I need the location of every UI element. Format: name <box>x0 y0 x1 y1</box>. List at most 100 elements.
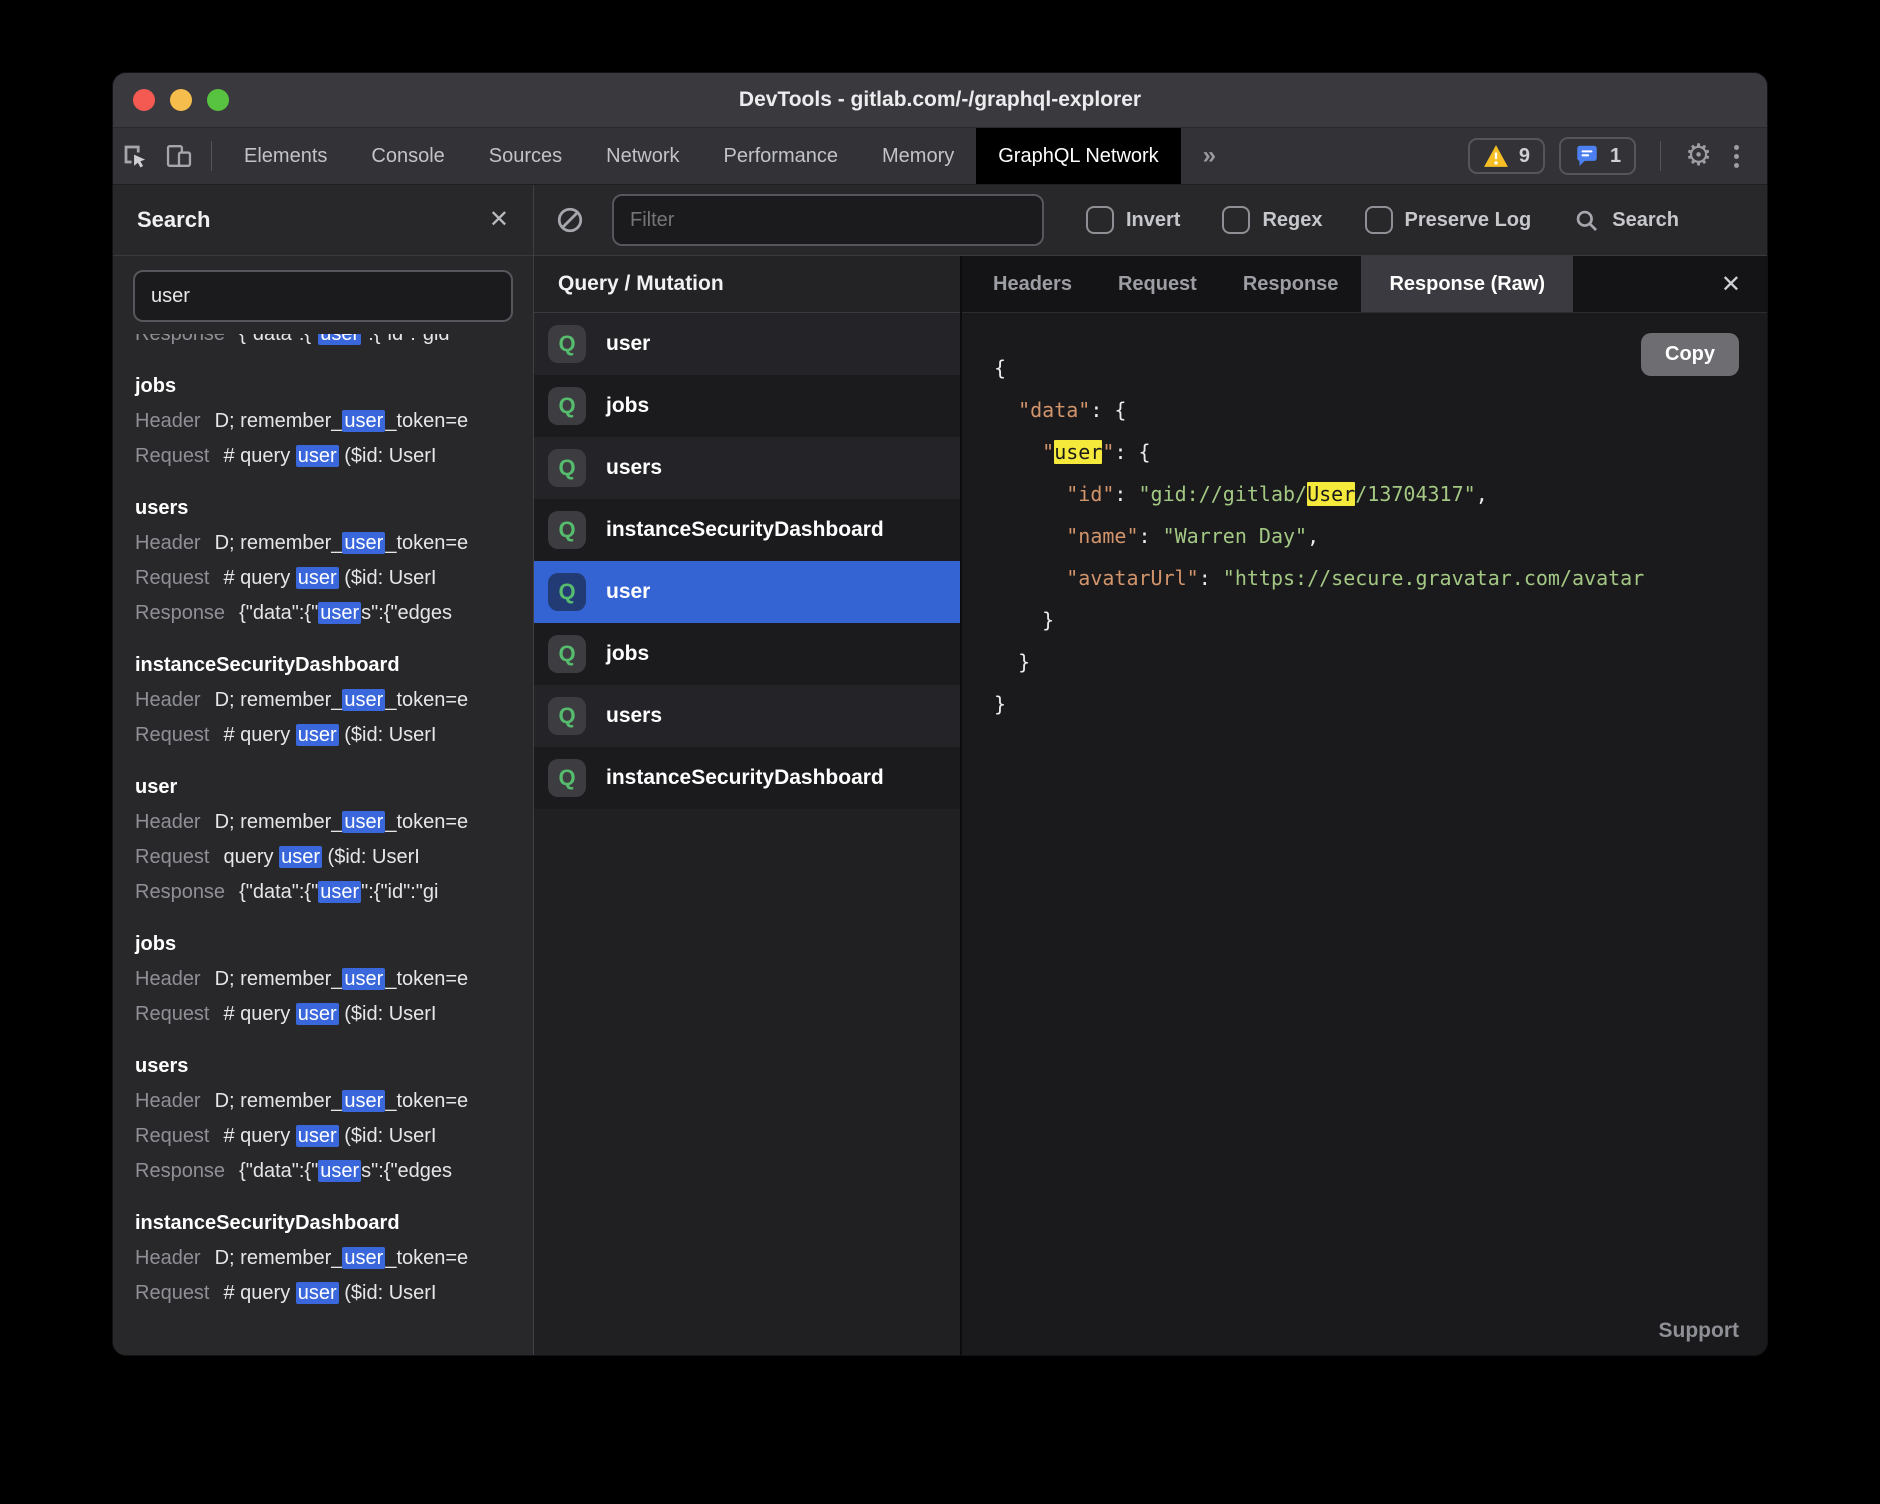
search-result-line[interactable]: HeaderD; remember_user_token=e <box>135 962 511 997</box>
search-result-line[interactable]: Request# query user ($id: UserI <box>135 1119 511 1154</box>
regex-checkbox[interactable]: Regex <box>1222 206 1322 234</box>
search-result-line[interactable]: Requestquery user ($id: UserI <box>135 840 511 875</box>
invert-checkbox[interactable]: Invert <box>1086 206 1180 234</box>
settings-button[interactable]: ⚙ <box>1685 141 1712 171</box>
minimize-window-button[interactable] <box>170 89 192 111</box>
badges-divider <box>1660 141 1661 171</box>
search-result-line[interactable]: Request# query user ($id: UserI <box>135 997 511 1032</box>
kebab-icon <box>1734 154 1739 159</box>
toolbar-right-cluster: 9 1 ⚙ <box>1468 137 1767 175</box>
preserve-log-label: Preserve Log <box>1405 209 1532 232</box>
title-bar: DevTools - gitlab.com/-/graphql-explorer <box>113 73 1767 128</box>
checkbox-icon <box>1365 206 1393 234</box>
toolbar-tab-network[interactable]: Network <box>584 128 701 184</box>
main-menu-button[interactable] <box>1726 145 1747 168</box>
search-result-line[interactable]: HeaderD; remember_user_token=e <box>135 805 511 840</box>
zoom-window-button[interactable] <box>207 89 229 111</box>
warning-count: 9 <box>1519 145 1530 168</box>
devtools-toolbar: ElementsConsoleSourcesNetworkPerformance… <box>113 128 1767 185</box>
query-panel: Query / Mutation QuserQjobsQusersQinstan… <box>534 256 962 1355</box>
kebab-icon <box>1734 163 1739 168</box>
preserve-log-checkbox[interactable]: Preserve Log <box>1365 206 1532 234</box>
device-toolbar-icon <box>164 141 194 171</box>
query-row-label: users <box>606 456 662 480</box>
search-result-line[interactable]: HeaderD; remember_user_token=e <box>135 404 511 439</box>
search-toggle-button[interactable]: Search <box>1573 207 1679 234</box>
toolbar-tab-performance[interactable]: Performance <box>702 128 861 184</box>
regex-label: Regex <box>1262 209 1322 232</box>
search-result-line[interactable]: Response{"data":{"user":{"id":"gid <box>135 334 511 352</box>
filter-input[interactable] <box>612 194 1044 246</box>
search-input[interactable] <box>133 270 513 322</box>
query-row-label: instanceSecurityDashboard <box>606 518 884 542</box>
search-result-line[interactable]: Request# query user ($id: UserI <box>135 561 511 596</box>
query-row-instancesecuritydashboard[interactable]: QinstanceSecurityDashboard <box>534 747 960 809</box>
search-result-group-name: jobs <box>135 926 511 962</box>
toolbar-tab-sources[interactable]: Sources <box>467 128 584 184</box>
json-line: "avatarUrl": "https://secure.gravatar.co… <box>994 557 1767 599</box>
response-tabs: HeadersRequestResponseResponse (Raw) <box>970 256 1573 312</box>
kebab-icon <box>1734 145 1739 150</box>
search-result-line[interactable]: HeaderD; remember_user_token=e <box>135 683 511 718</box>
search-result-line[interactable]: Response{"data":{"users":{"edges <box>135 1154 511 1189</box>
search-result-line[interactable]: Response{"data":{"user":{"id":"gi <box>135 875 511 910</box>
search-result-line[interactable]: HeaderD; remember_user_token=e <box>135 1084 511 1119</box>
response-tab-response-raw-[interactable]: Response (Raw) <box>1361 256 1573 312</box>
response-tab-response[interactable]: Response <box>1220 256 1362 312</box>
response-tab-headers[interactable]: Headers <box>970 256 1095 312</box>
toolbar-tab-graphql-network[interactable]: GraphQL Network <box>976 128 1180 184</box>
search-close-button[interactable]: ✕ <box>489 208 509 232</box>
search-result-group-name: user <box>135 769 511 805</box>
support-link[interactable]: Support <box>1659 1319 1739 1343</box>
close-icon: ✕ <box>1721 271 1741 298</box>
query-row-label: users <box>606 704 662 728</box>
search-result-group-name: users <box>135 490 511 526</box>
search-result-line[interactable]: Request# query user ($id: UserI <box>135 439 511 474</box>
traffic-lights <box>133 73 229 127</box>
search-result-line[interactable]: Request# query user ($id: UserI <box>135 718 511 753</box>
json-line: "user": { <box>994 431 1767 473</box>
panel-close-button[interactable]: ✕ <box>1721 270 1741 299</box>
search-result-line[interactable]: Request# query user ($id: UserI <box>135 1276 511 1311</box>
query-row-user[interactable]: Quser <box>534 313 960 375</box>
query-row-user[interactable]: Quser <box>534 561 960 623</box>
checkbox-icon <box>1222 206 1250 234</box>
toolbar-tabs: ElementsConsoleSourcesNetworkPerformance… <box>222 128 1181 184</box>
query-list: QuserQjobsQusersQinstanceSecurityDashboa… <box>534 313 960 1355</box>
toolbar-tab-memory[interactable]: Memory <box>860 128 976 184</box>
search-result-line[interactable]: HeaderD; remember_user_token=e <box>135 526 511 561</box>
query-row-label: jobs <box>606 394 649 418</box>
device-toolbar-button[interactable] <box>157 128 201 184</box>
close-window-button[interactable] <box>133 89 155 111</box>
query-type-icon: Q <box>548 697 586 735</box>
query-type-icon: Q <box>548 449 586 487</box>
search-result-group-name: jobs <box>135 368 511 404</box>
query-row-users[interactable]: Qusers <box>534 685 960 747</box>
chat-bubble-icon <box>1574 143 1600 169</box>
query-row-users[interactable]: Qusers <box>534 437 960 499</box>
invert-label: Invert <box>1126 209 1180 232</box>
query-row-label: jobs <box>606 642 649 666</box>
messages-badge[interactable]: 1 <box>1559 137 1636 175</box>
copy-button[interactable]: Copy <box>1641 333 1739 376</box>
query-type-icon: Q <box>548 511 586 549</box>
network-area: Invert Regex Preserve Log Search <box>534 185 1767 1355</box>
query-row-jobs[interactable]: Qjobs <box>534 375 960 437</box>
query-row-instancesecuritydashboard[interactable]: QinstanceSecurityDashboard <box>534 499 960 561</box>
query-row-jobs[interactable]: Qjobs <box>534 623 960 685</box>
query-type-icon: Q <box>548 387 586 425</box>
warning-icon <box>1483 144 1509 168</box>
toolbar-tab-console[interactable]: Console <box>349 128 466 184</box>
search-result-line[interactable]: HeaderD; remember_user_token=e <box>135 1241 511 1276</box>
json-line: "data": { <box>994 389 1767 431</box>
more-tabs-chevron[interactable]: » <box>1181 142 1238 170</box>
inspect-element-button[interactable] <box>113 128 157 184</box>
response-content: { "data": { "user": { "id": "gid://gitla… <box>962 313 1767 1355</box>
response-tab-request[interactable]: Request <box>1095 256 1220 312</box>
toolbar-tab-elements[interactable]: Elements <box>222 128 349 184</box>
window-title: DevTools - gitlab.com/-/graphql-explorer <box>739 88 1141 112</box>
gear-icon: ⚙ <box>1685 139 1712 172</box>
warnings-badge[interactable]: 9 <box>1468 138 1545 174</box>
search-result-line[interactable]: Response{"data":{"users":{"edges <box>135 596 511 631</box>
clear-requests-button[interactable] <box>548 185 592 255</box>
